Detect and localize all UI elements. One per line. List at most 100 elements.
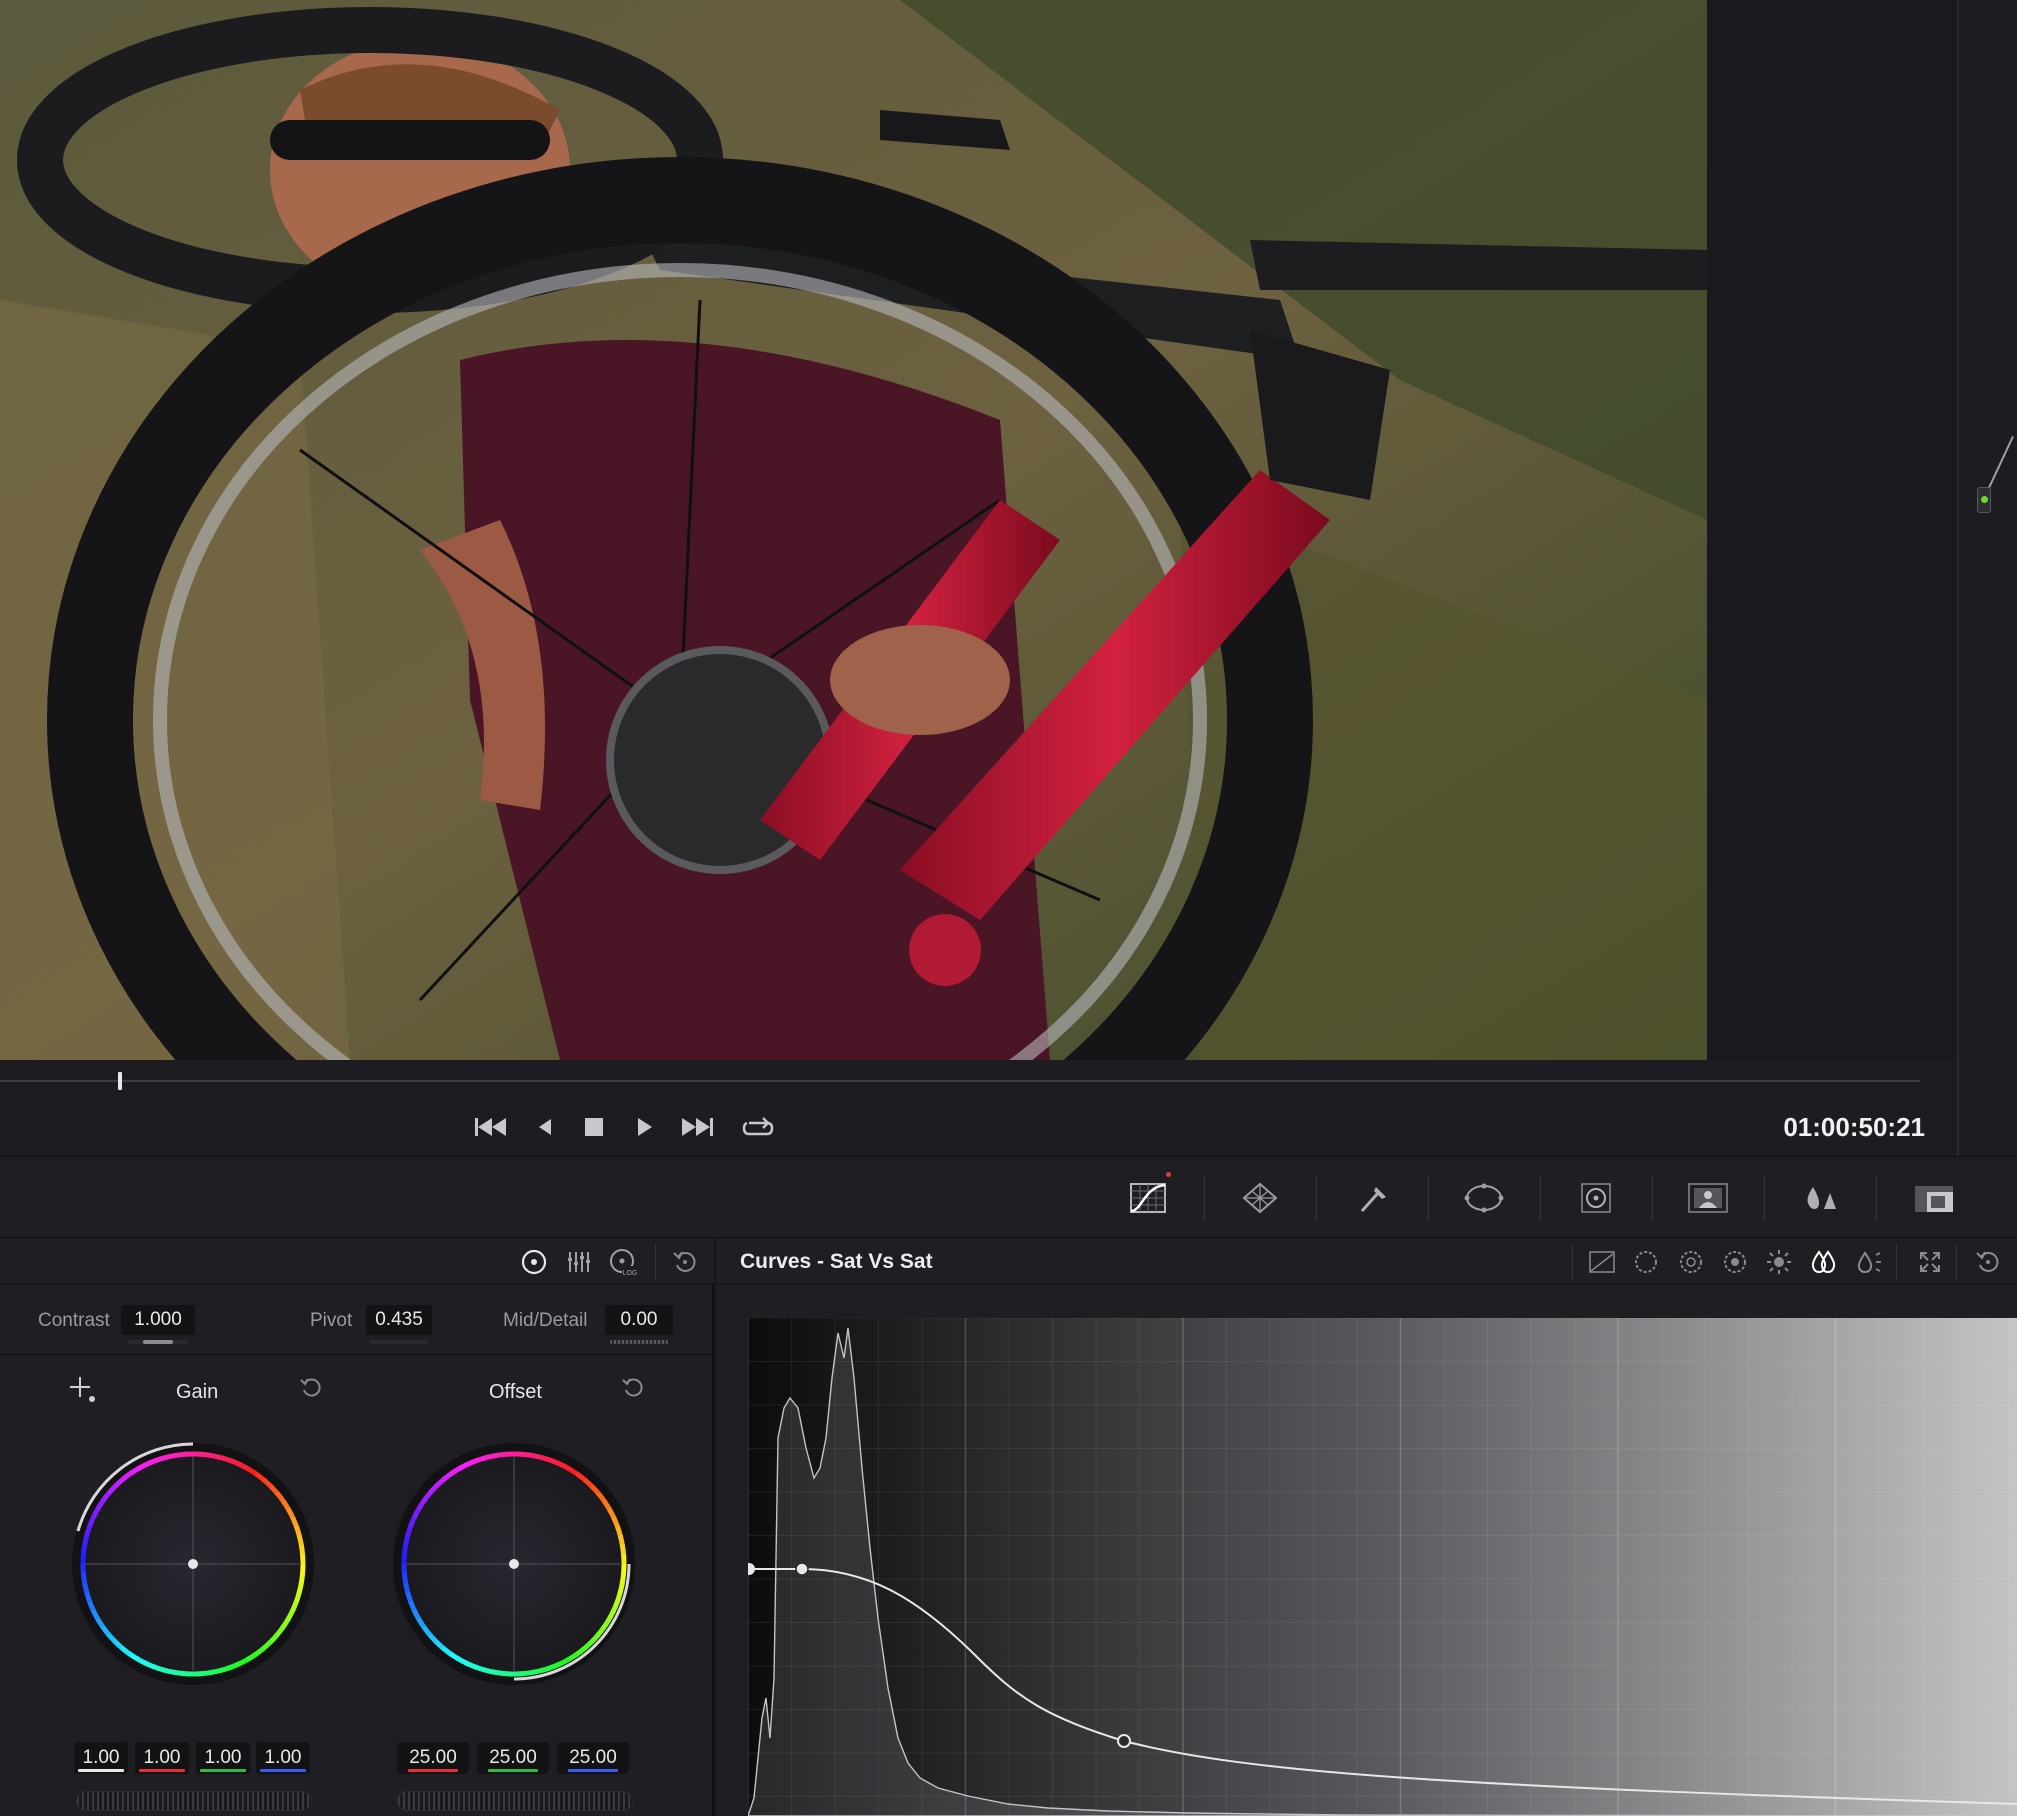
gain-color-wheel[interactable] [70,1441,316,1687]
hue-vs-hue-icon [1635,1251,1657,1273]
curve-control-point[interactable] [1117,1734,1131,1748]
sat-vs-sat-icon [1811,1250,1836,1274]
offset-red-indicator [408,1769,458,1772]
crosshair-picker-icon [70,1377,95,1402]
curves-header: Curves - Sat Vs Sat [716,1238,2017,1284]
node-output-connector[interactable] [1977,487,1991,513]
video-frame[interactable] [0,0,1707,1060]
curves-reset-button[interactable] [1970,1246,2006,1278]
hue-vs-sat-button[interactable] [1673,1246,1709,1278]
stop-button[interactable] [574,1112,614,1142]
primaries-header: LOG [0,1238,714,1284]
skip-to-start-icon [475,1118,506,1136]
color-wheels-icon [521,1249,547,1275]
contrast-field[interactable]: 1.000 [121,1305,195,1335]
curves-panel: Curves - Sat Vs Sat [716,1238,2017,1816]
gain-blue-indicator [260,1769,306,1772]
mid-detail-label: Mid/Detail [503,1310,588,1331]
palette-toolbar [0,1156,2017,1238]
play-reverse-button[interactable] [525,1112,565,1142]
qualifier-palette-button[interactable] [1346,1175,1398,1221]
offset-color-wheel[interactable] [391,1441,637,1687]
node-status-dot [1981,496,1988,503]
offset-reset-button[interactable] [617,1372,649,1404]
hue-vs-lum-icon [1724,1251,1746,1273]
offset-blue-indicator [568,1769,618,1772]
hue-vs-lum-button[interactable] [1717,1246,1753,1278]
offset-master-wheel[interactable] [397,1791,633,1811]
pivot-slider[interactable] [370,1340,428,1344]
curves-icon [1130,1183,1166,1213]
gain-master-wheel[interactable] [76,1791,312,1811]
primaries-bars-icon [568,1252,590,1272]
reset-all-icon [673,1251,696,1272]
skip-to-end-button[interactable] [677,1112,717,1142]
lum-vs-sat-icon [1767,1250,1791,1274]
clip-image [0,0,1707,1060]
offset-green-indicator [488,1769,538,1772]
warper-icon [1242,1182,1278,1214]
playhead[interactable] [118,1072,122,1090]
scrub-bar[interactable] [0,1080,1920,1082]
pivot-field[interactable]: 0.435 [366,1305,432,1335]
lum-vs-sat-button[interactable] [1761,1246,1797,1278]
contrast-label: Contrast [38,1310,110,1331]
loop-button[interactable] [738,1112,778,1142]
play-forward-icon [638,1118,652,1136]
offset-title: Offset [489,1381,542,1403]
skip-to-start-button[interactable] [471,1112,511,1142]
adjustment-row: Contrast 1.000 Pivot 0.435 Mid/Detail 0.… [0,1285,714,1355]
key-icon [1915,1186,1953,1212]
sat-vs-lum-icon [1857,1251,1881,1274]
sat-vs-sat-curve-graph[interactable] [748,1318,2017,1816]
custom-curve-icon [1589,1251,1615,1273]
color-wheels-mode-button[interactable] [517,1246,551,1278]
magic-mask-palette-button[interactable] [1682,1175,1734,1221]
window-icon [1464,1183,1504,1213]
window-palette-button[interactable] [1458,1175,1510,1221]
reset-all-button[interactable] [668,1246,702,1278]
key-palette-button[interactable] [1908,1175,1960,1221]
custom-curve-button[interactable] [1584,1246,1620,1278]
hue-vs-hue-button[interactable] [1628,1246,1664,1278]
gain-title: Gain [176,1381,219,1403]
expand-icon [1920,1252,1940,1272]
mid-detail-slider[interactable] [610,1340,668,1344]
svg-text:LOG: LOG [623,1270,638,1277]
node-editor-strip[interactable] [1957,0,2017,1158]
timecode-display: 01:00:50:21 [1783,1112,1925,1142]
sat-vs-lum-button[interactable] [1850,1246,1886,1278]
stop-icon [585,1118,603,1136]
curves-title: Curves - Sat Vs Sat [740,1250,933,1273]
hue-vs-sat-icon [1680,1251,1702,1273]
primaries-bars-mode-button[interactable] [562,1246,596,1278]
curve-control-point[interactable] [795,1562,809,1576]
play-forward-button[interactable] [624,1112,664,1142]
gain-picker-button[interactable] [66,1373,98,1405]
reset-icon [300,1378,321,1397]
tracker-icon [1581,1183,1611,1213]
log-wheels-mode-button[interactable]: LOG [606,1246,640,1278]
gain-reset-button[interactable] [295,1372,327,1404]
transport-bar: 01:00:50:21 [0,1060,1957,1156]
curves-palette-button[interactable] [1122,1175,1174,1221]
magic-mask-icon [1688,1183,1728,1213]
expand-curves-button[interactable] [1912,1246,1948,1278]
primaries-panel: LOG Contrast 1.000 Pivot 0.435 Mid/Detai… [0,1238,714,1816]
pivot-label: Pivot [310,1310,353,1331]
log-wheels-icon: LOG [610,1249,638,1277]
gain-red-indicator [139,1769,185,1772]
warper-palette-button[interactable] [1234,1175,1286,1221]
skip-to-end-icon [682,1118,713,1136]
reset-icon [1976,1251,1999,1272]
sat-vs-sat-button[interactable] [1806,1246,1842,1278]
gain-green-indicator [200,1769,246,1772]
gain-master-indicator [78,1769,124,1772]
curve-graph[interactable] [748,1318,2017,1816]
tracker-palette-button[interactable] [1570,1175,1622,1221]
play-reverse-icon [539,1119,551,1135]
blur-palette-button[interactable] [1794,1175,1846,1221]
mid-detail-field[interactable]: 0.00 [605,1305,673,1335]
loop-icon [742,1117,774,1136]
contrast-slider[interactable] [128,1340,188,1344]
